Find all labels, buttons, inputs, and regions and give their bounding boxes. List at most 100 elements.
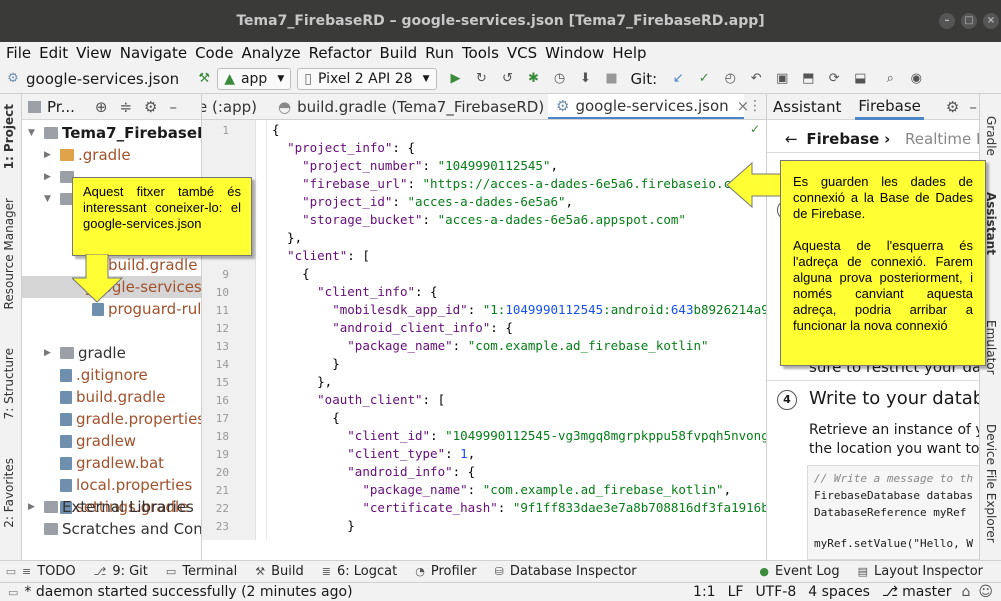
- stop-icon[interactable]: ■: [603, 70, 621, 88]
- tree-row[interactable]: build.gradle: [44, 386, 165, 408]
- tree-arrow-icon[interactable]: ▶: [44, 348, 56, 358]
- code-line: "oauth_client": [: [317, 392, 446, 407]
- tab-gradle[interactable]: Gradle: [984, 116, 998, 156]
- tab-build-gradle-app[interactable]: e (:app): [202, 94, 268, 119]
- menu-window[interactable]: Window: [545, 44, 604, 62]
- tab-assistant-side[interactable]: Assistant: [984, 192, 998, 255]
- tree-row[interactable]: Scratches and Consoles: [28, 518, 201, 540]
- menu-vcs[interactable]: VCS: [507, 44, 537, 62]
- settings-icon[interactable]: ⚙: [144, 98, 157, 116]
- device-manager-icon[interactable]: ⬓: [851, 70, 869, 88]
- device-value: Pixel 2 API 28: [317, 70, 413, 87]
- tool-profiler[interactable]: ◔ Profiler: [415, 564, 476, 579]
- tree-arrow-icon[interactable]: ▶: [44, 150, 56, 160]
- device-select[interactable]: ▯ Pixel 2 API 28 ▼: [297, 67, 437, 90]
- tree-arrow-icon[interactable]: ▶: [44, 172, 56, 182]
- hide-icon[interactable]: –: [969, 98, 977, 116]
- debug-icon[interactable]: ✱: [525, 70, 543, 88]
- sync-icon[interactable]: ⟳: [825, 70, 843, 88]
- menu-refactor[interactable]: Refactor: [309, 44, 372, 62]
- git-update-icon[interactable]: ↙: [669, 70, 687, 88]
- tab-build-gradle-project[interactable]: ◓ build.gradle (Tema7_FirebaseRD) ×: [272, 94, 565, 119]
- menu-navigate[interactable]: Navigate: [120, 44, 187, 62]
- tree-row[interactable]: .gitignore: [44, 364, 148, 386]
- menu-view[interactable]: View: [76, 44, 112, 62]
- code-editor[interactable]: 1 9 10 11 12 13 14 15 16 17 18 19 20 21 22 23 { "projec…: [202, 120, 766, 540]
- tree-row[interactable]: gradle.properties: [44, 408, 201, 430]
- tool-database-inspector[interactable]: ⛁ Database Inspector: [495, 564, 637, 579]
- hide-icon[interactable]: –: [170, 98, 178, 116]
- tab-resource-manager[interactable]: Resource Manager: [2, 198, 16, 309]
- code-line: myRef.setValue("Hello, W: [814, 537, 973, 550]
- tree-arrow-icon[interactable]: ▼: [28, 128, 40, 138]
- breadcrumb[interactable]: google-services.json: [26, 70, 179, 88]
- avd-manager-icon[interactable]: ▣: [773, 70, 791, 88]
- menu-file[interactable]: File: [6, 44, 31, 62]
- apply-code-icon[interactable]: ↺: [499, 70, 517, 88]
- layout-icon[interactable]: ▭: [0, 565, 22, 578]
- tab-device-file-explorer[interactable]: Device File Explorer: [984, 424, 998, 543]
- run-icon[interactable]: ▶: [447, 70, 465, 88]
- tool-event-log[interactable]: ● Event Log: [759, 564, 839, 579]
- back-arrow-icon[interactable]: ←: [785, 130, 798, 148]
- menu-help[interactable]: Help: [612, 44, 646, 62]
- search-icon[interactable]: ⌕: [881, 70, 899, 88]
- encoding[interactable]: UTF-8: [755, 584, 796, 600]
- tree-row[interactable]: ▶ gradle: [44, 342, 126, 364]
- line-separator[interactable]: LF: [728, 584, 744, 600]
- maximize-icon[interactable]: □: [961, 13, 977, 29]
- avatar-icon[interactable]: ◉: [907, 70, 925, 88]
- menu-code[interactable]: Code: [195, 44, 233, 62]
- git-commit-icon[interactable]: ✓: [695, 70, 713, 88]
- collapse-icon[interactable]: ≑: [119, 98, 132, 116]
- tree-row[interactable]: gradlew: [44, 430, 136, 452]
- tool-9-git[interactable]: ⎇ 9: Git: [94, 564, 148, 579]
- git-branch[interactable]: master: [902, 584, 951, 600]
- menu-analyze[interactable]: Analyze: [241, 44, 300, 62]
- tree-row[interactable]: gradlew.bat: [44, 452, 164, 474]
- attach-debugger-icon[interactable]: ⬇: [577, 70, 595, 88]
- indent[interactable]: 4 spaces: [808, 584, 870, 600]
- tree-arrow-icon[interactable]: ▶: [28, 502, 40, 512]
- tool-build[interactable]: ⚒ Build: [255, 564, 304, 579]
- tab-menu-icon[interactable]: ⋮: [748, 98, 762, 114]
- tab-firebase[interactable]: Firebase: [855, 94, 924, 120]
- tree-row[interactable]: local.properties: [44, 474, 192, 496]
- target-icon[interactable]: ⊕: [95, 98, 108, 116]
- status-message[interactable]: * daemon started successfully (2 minutes…: [24, 584, 352, 600]
- line-number: 21: [215, 484, 229, 497]
- minimize-icon[interactable]: –: [939, 13, 955, 29]
- tab-structure[interactable]: 7: Structure: [2, 348, 16, 419]
- settings-icon[interactable]: ⚙: [946, 98, 959, 116]
- tree-arrow-icon[interactable]: ▼: [44, 194, 56, 204]
- tree-row[interactable]: ▼ Tema7_FirebaseRD: [28, 122, 201, 144]
- git-history-icon[interactable]: ◴: [721, 70, 739, 88]
- profile-icon[interactable]: ◷: [551, 70, 569, 88]
- caret-position[interactable]: 1:1: [693, 584, 716, 600]
- tool-6-logcat[interactable]: ≣ 6: Logcat: [322, 564, 397, 579]
- tool-layout-inspector[interactable]: ▤ Layout Inspector: [858, 564, 983, 579]
- hammer-icon[interactable]: ⚒: [195, 70, 213, 88]
- tab-favorites[interactable]: 2: Favorites: [2, 458, 16, 528]
- tab-project[interactable]: 1: Project: [2, 104, 16, 169]
- close-icon[interactable]: ×: [983, 13, 999, 29]
- tool-label: Layout Inspector: [874, 564, 983, 579]
- tool-todo[interactable]: ≡ TODO: [22, 564, 76, 579]
- tab-emulator[interactable]: Emulator: [984, 320, 998, 375]
- apply-changes-icon[interactable]: ↻: [473, 70, 491, 88]
- sdk-manager-icon[interactable]: ⬒: [799, 70, 817, 88]
- tree-row[interactable]: ▶ .gradle: [44, 144, 131, 166]
- left-tool-strip: 1: Project Resource Manager 7: Structure…: [0, 94, 22, 560]
- menu-build[interactable]: Build: [380, 44, 418, 62]
- project-panel-title[interactable]: Pr...: [47, 98, 75, 116]
- git-rollback-icon[interactable]: ↶: [747, 70, 765, 88]
- tool-terminal[interactable]: ▭ Terminal: [166, 564, 237, 579]
- nav-firebase[interactable]: Firebase: [806, 130, 879, 148]
- tab-google-services[interactable]: ⚙ google-services.json ×: [548, 94, 749, 119]
- tree-row[interactable]: ▶ External Libraries: [28, 496, 194, 518]
- menu-edit[interactable]: Edit: [39, 44, 68, 62]
- menu-tools[interactable]: Tools: [462, 44, 499, 62]
- menu-run[interactable]: Run: [425, 44, 454, 62]
- run-config-select[interactable]: ▲ app ▼: [217, 67, 292, 90]
- tab-assistant[interactable]: Assistant: [773, 98, 841, 116]
